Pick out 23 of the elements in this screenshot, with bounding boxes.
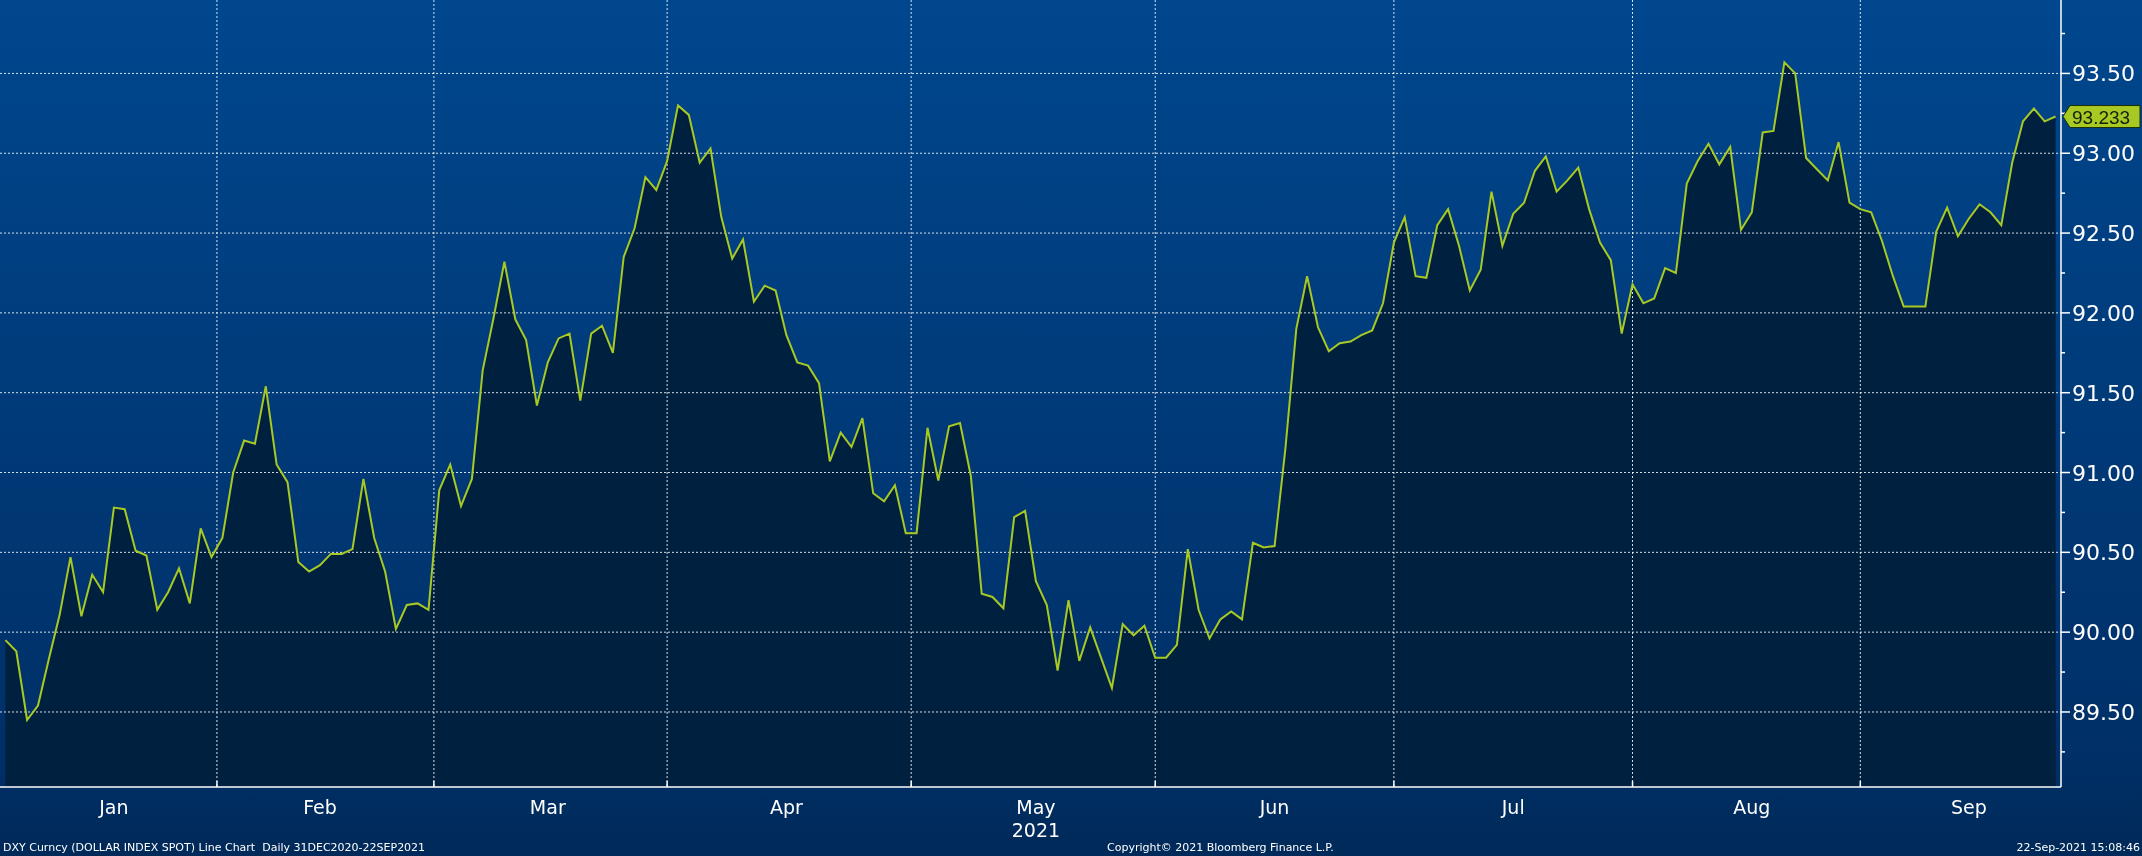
axis-label: 92.00 xyxy=(2072,300,2135,326)
chart-description: DXY Curncy (DOLLAR INDEX SPOT) Line Chart Daily 31DEC2020-22SEP2021 xyxy=(3,840,427,854)
month-label: Mar xyxy=(529,796,566,818)
axis-label: 89.50 xyxy=(2072,699,2135,725)
month-label: Aug xyxy=(1733,796,1771,818)
axis-label: 90.00 xyxy=(2072,620,2135,646)
month-label: Jun xyxy=(1259,796,1290,818)
year-label: 2021 xyxy=(1011,819,1061,838)
axis-label: 91.00 xyxy=(2072,460,2135,486)
month-label: Sep xyxy=(1950,796,1987,818)
axis-label: 90.50 xyxy=(2072,540,2135,566)
month-label: Feb xyxy=(303,796,337,818)
month-label: Apr xyxy=(770,796,803,818)
copyright-text: Copyright© 2021 Bloomberg Finance L.P. xyxy=(1107,840,1335,854)
month-label: Jan xyxy=(99,796,129,818)
month-label: Jul xyxy=(1501,796,1525,818)
axis-label: 93.50 xyxy=(2072,61,2135,87)
last-price-tag: 93.233 xyxy=(2062,105,2141,129)
month-label: May xyxy=(1016,796,1056,818)
timestamp: 22-Sep-2021 15:08:46 xyxy=(2016,840,2140,854)
axis-label: 93.00 xyxy=(2072,141,2135,167)
axis-label: 92.50 xyxy=(2072,221,2135,247)
axis-label: 91.50 xyxy=(2072,380,2135,406)
